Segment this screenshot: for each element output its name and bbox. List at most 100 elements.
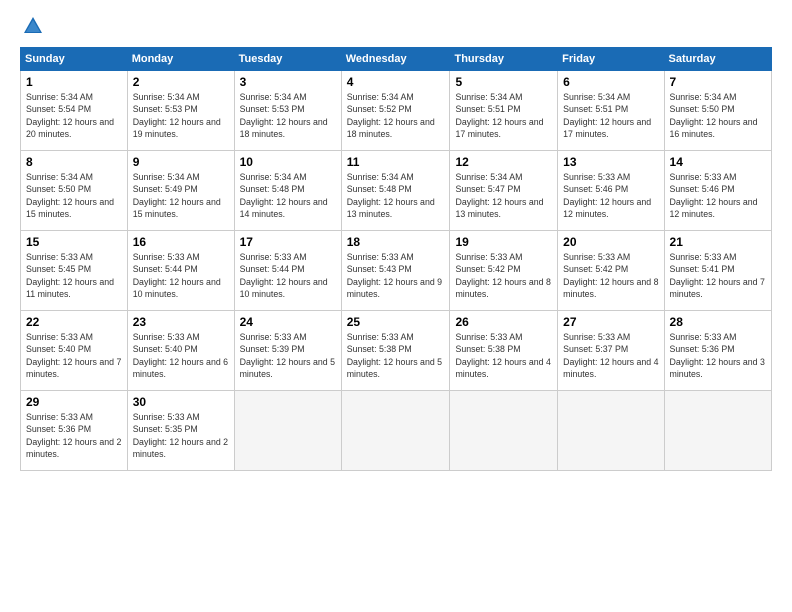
header-wednesday: Wednesday (341, 48, 450, 71)
day-number: 25 (347, 315, 445, 329)
day-number: 22 (26, 315, 122, 329)
page: SundayMondayTuesdayWednesdayThursdayFrid… (0, 0, 792, 612)
calendar-cell: 14 Sunrise: 5:33 AMSunset: 5:46 PMDayligh… (664, 151, 771, 231)
day-info: Sunrise: 5:33 AMSunset: 5:40 PMDaylight:… (26, 331, 122, 380)
day-number: 28 (670, 315, 766, 329)
calendar-cell: 16 Sunrise: 5:33 AMSunset: 5:44 PMDayligh… (127, 231, 234, 311)
day-number: 17 (240, 235, 336, 249)
calendar-cell: 9Sunrise: 5:34 AMSunset: 5:49 PMDaylight… (127, 151, 234, 231)
calendar-cell: 30 Sunrise: 5:33 AMSunset: 5:35 PMDayligh… (127, 391, 234, 471)
day-info: Sunrise: 5:33 AMSunset: 5:38 PMDaylight:… (347, 331, 445, 380)
day-number: 20 (563, 235, 658, 249)
day-info: Sunrise: 5:33 AMSunset: 5:45 PMDaylight:… (26, 251, 122, 300)
calendar-week-row: 22 Sunrise: 5:33 AMSunset: 5:40 PMDayligh… (21, 311, 772, 391)
day-number: 30 (133, 395, 229, 409)
day-info: Sunrise: 5:34 AMSunset: 5:52 PMDaylight:… (347, 91, 445, 140)
calendar-cell (558, 391, 664, 471)
calendar-cell: 13 Sunrise: 5:33 AMSunset: 5:46 PMDayligh… (558, 151, 664, 231)
day-info: Sunrise: 5:33 AMSunset: 5:41 PMDaylight:… (670, 251, 766, 300)
day-info: Sunrise: 5:34 AMSunset: 5:51 PMDaylight:… (563, 91, 658, 140)
day-info: Sunrise: 5:33 AMSunset: 5:46 PMDaylight:… (670, 171, 766, 220)
header-friday: Friday (558, 48, 664, 71)
day-number: 13 (563, 155, 658, 169)
day-info: Sunrise: 5:33 AMSunset: 5:35 PMDaylight:… (133, 411, 229, 460)
day-number: 2 (133, 75, 229, 89)
calendar-cell: 19Sunrise: 5:33 AMSunset: 5:42 PMDayligh… (450, 231, 558, 311)
logo-icon (22, 15, 44, 37)
calendar-week-row: 1 Sunrise: 5:34 AMSunset: 5:54 PMDaylight… (21, 71, 772, 151)
day-number: 11 (347, 155, 445, 169)
calendar-cell: 18 Sunrise: 5:33 AMSunset: 5:43 PMDayligh… (341, 231, 450, 311)
calendar-cell: 1 Sunrise: 5:34 AMSunset: 5:54 PMDaylight… (21, 71, 128, 151)
day-number: 26 (455, 315, 552, 329)
day-number: 29 (26, 395, 122, 409)
header (20, 15, 772, 37)
day-number: 14 (670, 155, 766, 169)
calendar-header-row: SundayMondayTuesdayWednesdayThursdayFrid… (21, 48, 772, 71)
day-info: Sunrise: 5:33 AMSunset: 5:40 PMDaylight:… (133, 331, 229, 380)
calendar-cell (234, 391, 341, 471)
day-number: 27 (563, 315, 658, 329)
calendar-table: SundayMondayTuesdayWednesdayThursdayFrid… (20, 47, 772, 471)
calendar-cell: 24 Sunrise: 5:33 AMSunset: 5:39 PMDayligh… (234, 311, 341, 391)
calendar-cell: 21 Sunrise: 5:33 AMSunset: 5:41 PMDayligh… (664, 231, 771, 311)
day-number: 8 (26, 155, 122, 169)
day-info: Sunrise: 5:34 AMSunset: 5:48 PMDaylight:… (347, 171, 445, 220)
calendar-cell (450, 391, 558, 471)
calendar-week-row: 8 Sunrise: 5:34 AMSunset: 5:50 PMDaylight… (21, 151, 772, 231)
day-info: Sunrise: 5:33 AMSunset: 5:39 PMDaylight:… (240, 331, 336, 380)
calendar-cell: 6 Sunrise: 5:34 AMSunset: 5:51 PMDaylight… (558, 71, 664, 151)
day-info: Sunrise: 5:34 AMSunset: 5:53 PMDaylight:… (240, 91, 336, 140)
day-number: 10 (240, 155, 336, 169)
day-number: 6 (563, 75, 658, 89)
calendar-cell: 28Sunrise: 5:33 AMSunset: 5:36 PMDayligh… (664, 311, 771, 391)
calendar-cell: 5Sunrise: 5:34 AMSunset: 5:51 PMDaylight… (450, 71, 558, 151)
calendar-cell: 8 Sunrise: 5:34 AMSunset: 5:50 PMDaylight… (21, 151, 128, 231)
calendar-cell: 25 Sunrise: 5:33 AMSunset: 5:38 PMDayligh… (341, 311, 450, 391)
day-info: Sunrise: 5:34 AMSunset: 5:50 PMDaylight:… (670, 91, 766, 140)
calendar-cell: 15 Sunrise: 5:33 AMSunset: 5:45 PMDayligh… (21, 231, 128, 311)
day-number: 15 (26, 235, 122, 249)
calendar-cell: 23 Sunrise: 5:33 AMSunset: 5:40 PMDayligh… (127, 311, 234, 391)
day-info: Sunrise: 5:33 AMSunset: 5:46 PMDaylight:… (563, 171, 658, 220)
day-number: 21 (670, 235, 766, 249)
day-number: 4 (347, 75, 445, 89)
day-number: 12 (455, 155, 552, 169)
day-number: 16 (133, 235, 229, 249)
calendar-cell: 4 Sunrise: 5:34 AMSunset: 5:52 PMDaylight… (341, 71, 450, 151)
day-info: Sunrise: 5:33 AMSunset: 5:37 PMDaylight:… (563, 331, 658, 380)
header-saturday: Saturday (664, 48, 771, 71)
calendar-cell (664, 391, 771, 471)
day-info: Sunrise: 5:33 AMSunset: 5:36 PMDaylight:… (26, 411, 122, 460)
day-info: Sunrise: 5:33 AMSunset: 5:38 PMDaylight:… (455, 331, 552, 380)
day-number: 23 (133, 315, 229, 329)
day-info: Sunrise: 5:33 AMSunset: 5:44 PMDaylight:… (240, 251, 336, 300)
calendar-cell: 17 Sunrise: 5:33 AMSunset: 5:44 PMDayligh… (234, 231, 341, 311)
day-number: 7 (670, 75, 766, 89)
day-info: Sunrise: 5:34 AMSunset: 5:47 PMDaylight:… (455, 171, 552, 220)
day-number: 1 (26, 75, 122, 89)
header-sunday: Sunday (21, 48, 128, 71)
day-info: Sunrise: 5:34 AMSunset: 5:53 PMDaylight:… (133, 91, 229, 140)
day-number: 9 (133, 155, 229, 169)
day-info: Sunrise: 5:34 AMSunset: 5:48 PMDaylight:… (240, 171, 336, 220)
day-info: Sunrise: 5:34 AMSunset: 5:51 PMDaylight:… (455, 91, 552, 140)
day-info: Sunrise: 5:33 AMSunset: 5:42 PMDaylight:… (455, 251, 552, 300)
calendar-cell: 20Sunrise: 5:33 AMSunset: 5:42 PMDayligh… (558, 231, 664, 311)
day-number: 18 (347, 235, 445, 249)
calendar-cell: 26 Sunrise: 5:33 AMSunset: 5:38 PMDayligh… (450, 311, 558, 391)
calendar-cell: 22 Sunrise: 5:33 AMSunset: 5:40 PMDayligh… (21, 311, 128, 391)
day-info: Sunrise: 5:33 AMSunset: 5:43 PMDaylight:… (347, 251, 445, 300)
calendar-cell: 11 Sunrise: 5:34 AMSunset: 5:48 PMDayligh… (341, 151, 450, 231)
header-monday: Monday (127, 48, 234, 71)
day-number: 24 (240, 315, 336, 329)
calendar-cell: 29 Sunrise: 5:33 AMSunset: 5:36 PMDayligh… (21, 391, 128, 471)
calendar-cell (341, 391, 450, 471)
calendar-cell: 3 Sunrise: 5:34 AMSunset: 5:53 PMDaylight… (234, 71, 341, 151)
day-info: Sunrise: 5:34 AMSunset: 5:50 PMDaylight:… (26, 171, 122, 220)
day-number: 3 (240, 75, 336, 89)
header-tuesday: Tuesday (234, 48, 341, 71)
day-info: Sunrise: 5:34 AMSunset: 5:54 PMDaylight:… (26, 91, 122, 140)
day-info: Sunrise: 5:33 AMSunset: 5:44 PMDaylight:… (133, 251, 229, 300)
calendar-cell: 2 Sunrise: 5:34 AMSunset: 5:53 PMDaylight… (127, 71, 234, 151)
